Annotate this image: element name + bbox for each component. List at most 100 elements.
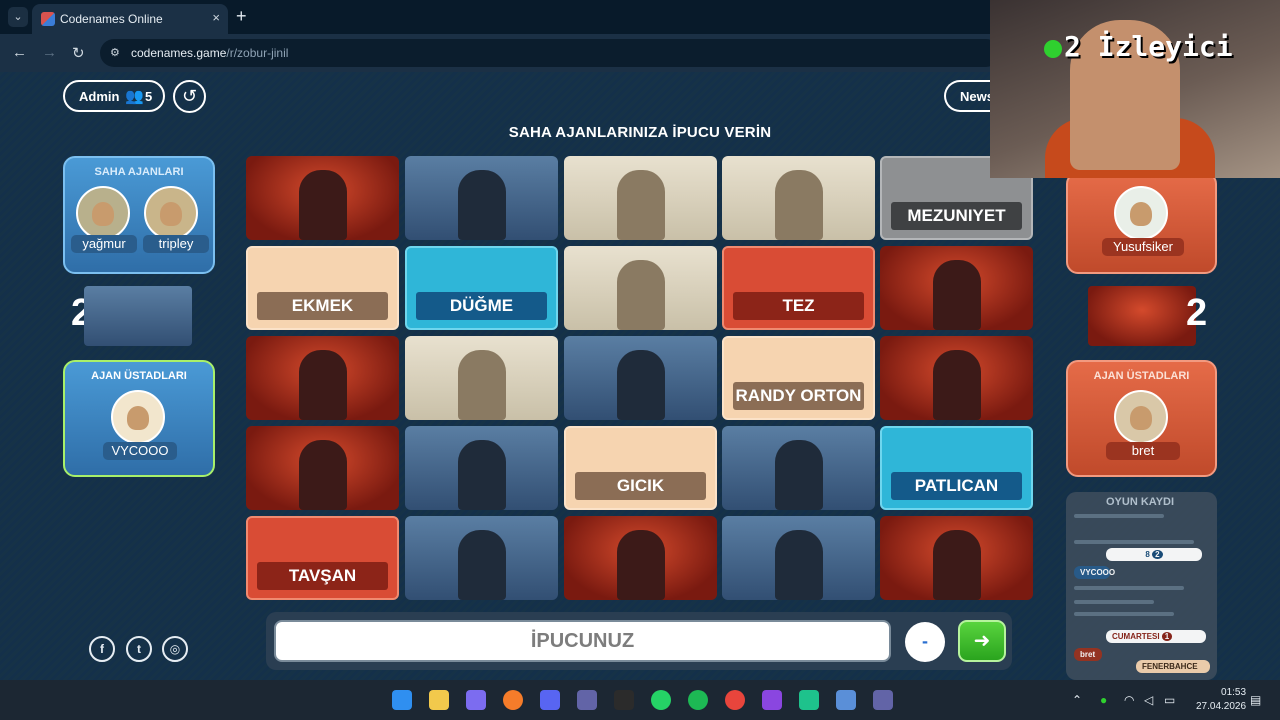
instagram-icon[interactable]: ◎ bbox=[162, 636, 188, 662]
agent-figure-icon bbox=[617, 170, 665, 240]
tray-chevron-icon[interactable]: ⌃ bbox=[1072, 693, 1082, 707]
log-line bbox=[1074, 612, 1174, 616]
card[interactable] bbox=[880, 336, 1033, 420]
card[interactable]: TAVŞAN bbox=[246, 516, 399, 600]
discord-icon[interactable] bbox=[540, 690, 560, 710]
firefox-icon[interactable] bbox=[503, 690, 523, 710]
agent-figure-icon bbox=[933, 350, 981, 420]
log-clue-chip: CUMARTESI 1 bbox=[1106, 630, 1206, 643]
card[interactable] bbox=[246, 336, 399, 420]
teams-icon[interactable] bbox=[577, 690, 597, 710]
teams-icon[interactable] bbox=[873, 690, 893, 710]
card[interactable] bbox=[405, 426, 558, 510]
start-icon[interactable] bbox=[392, 690, 412, 710]
app-icon[interactable] bbox=[799, 690, 819, 710]
reset-icon: ↺ bbox=[181, 86, 198, 106]
reload-icon[interactable]: ↻ bbox=[72, 44, 85, 62]
card[interactable] bbox=[564, 156, 717, 240]
red-score: 2 bbox=[1186, 292, 1208, 334]
avatar bbox=[111, 390, 165, 444]
spotify-icon[interactable] bbox=[688, 690, 708, 710]
red-spymasters-panel: AJAN ÜSTADLARI bret bbox=[1066, 360, 1217, 477]
operative-name[interactable]: Yusufsiker bbox=[1102, 238, 1184, 256]
facebook-icon[interactable]: f bbox=[89, 636, 115, 662]
red-spymasters-title: AJAN ÜSTADLARI bbox=[1093, 370, 1190, 382]
visual-studio-icon[interactable] bbox=[762, 690, 782, 710]
tab-close-icon[interactable]: × bbox=[212, 10, 220, 25]
twitter-icon[interactable]: t bbox=[126, 636, 152, 662]
blue-operatives-panel: SAHA AJANLARI yağmur tripley bbox=[63, 156, 215, 274]
card[interactable]: PATLICAN bbox=[880, 426, 1033, 510]
agent-figure-icon bbox=[458, 350, 506, 420]
url-field[interactable]: ⚙ codenames.game/r/zobur-jinil bbox=[100, 39, 1000, 67]
card[interactable] bbox=[405, 516, 558, 600]
blue-agent-card-icon bbox=[84, 286, 192, 346]
microphone-icon[interactable]: ● bbox=[1100, 693, 1107, 707]
tab-title: Codenames Online bbox=[60, 12, 163, 26]
spymaster-name[interactable]: VYCOOO bbox=[103, 442, 177, 460]
volume-icon[interactable]: ◁ bbox=[1144, 693, 1153, 707]
card-word: MEZUNIYET bbox=[891, 202, 1022, 230]
tab-search-chevron-icon[interactable]: ⌄ bbox=[8, 7, 28, 27]
site-info-icon[interactable]: ⚙ bbox=[110, 46, 120, 59]
clock[interactable]: 01:53 27.04.2026 bbox=[1196, 686, 1246, 714]
reset-game-button[interactable]: ↺ bbox=[173, 80, 206, 113]
card[interactable] bbox=[722, 426, 875, 510]
card[interactable]: GICIK bbox=[564, 426, 717, 510]
agent-figure-icon bbox=[458, 170, 506, 240]
avatar bbox=[144, 186, 198, 240]
back-arrow-icon[interactable]: ← bbox=[12, 44, 27, 61]
agent-figure-icon bbox=[775, 530, 823, 600]
agent-figure-icon bbox=[299, 350, 347, 420]
card[interactable] bbox=[405, 336, 558, 420]
card[interactable] bbox=[246, 426, 399, 510]
game-log-title: OYUN KAYDI bbox=[1106, 496, 1175, 508]
copilot-icon[interactable] bbox=[466, 690, 486, 710]
clue-input[interactable]: İPUCUNUZ bbox=[274, 620, 891, 662]
chrome-icon[interactable] bbox=[725, 690, 745, 710]
card[interactable] bbox=[564, 246, 717, 330]
url-text: codenames.game/r/zobur-jinil bbox=[131, 46, 289, 60]
blue-spymasters-title: AJAN ÜSTADLARI bbox=[91, 370, 187, 382]
card[interactable] bbox=[564, 336, 717, 420]
notification-icon[interactable]: ▤ bbox=[1250, 693, 1261, 707]
player-count: 5 bbox=[145, 89, 153, 104]
wifi-icon[interactable]: ◠ bbox=[1124, 693, 1134, 707]
card[interactable]: EKMEK bbox=[246, 246, 399, 330]
card[interactable]: DÜĞME bbox=[405, 246, 558, 330]
log-line bbox=[1074, 586, 1184, 590]
forward-arrow-icon[interactable]: → bbox=[42, 44, 57, 61]
file-explorer-icon[interactable] bbox=[429, 690, 449, 710]
spymaster-name[interactable]: bret bbox=[1106, 442, 1180, 460]
operative-name[interactable]: yağmur bbox=[71, 235, 137, 253]
card[interactable] bbox=[564, 516, 717, 600]
card[interactable] bbox=[246, 156, 399, 240]
clue-count-select[interactable]: - bbox=[905, 622, 945, 662]
card[interactable]: RANDY ORTON bbox=[722, 336, 875, 420]
codenames-favicon-icon bbox=[41, 12, 55, 26]
card[interactable] bbox=[880, 246, 1033, 330]
admin-button[interactable]: Admin 👥 5 bbox=[63, 80, 165, 112]
admin-label: Admin bbox=[79, 89, 120, 104]
red-operatives-panel: Yusufsiker bbox=[1066, 172, 1217, 274]
blue-spymasters-panel: AJAN ÜSTADLARI VYCOOO bbox=[63, 360, 215, 477]
avatar bbox=[1114, 186, 1168, 240]
epic-games-icon[interactable] bbox=[614, 690, 634, 710]
game-log[interactable]: OYUN KAYDI 8 2 VYCOOO CUMARTESI 1 bret F… bbox=[1066, 492, 1217, 680]
card[interactable] bbox=[405, 156, 558, 240]
viewer-count: 2 İzleyici bbox=[1064, 30, 1233, 63]
new-tab-icon[interactable]: + bbox=[236, 6, 247, 27]
operative-name[interactable]: tripley bbox=[143, 235, 209, 253]
whatsapp-icon[interactable] bbox=[651, 690, 671, 710]
card[interactable] bbox=[722, 516, 875, 600]
give-clue-button[interactable]: ➜ bbox=[958, 620, 1006, 662]
browser-tab[interactable]: Codenames Online × bbox=[32, 4, 228, 34]
battery-icon[interactable]: ▭ bbox=[1164, 693, 1175, 707]
agent-figure-icon bbox=[299, 440, 347, 510]
card[interactable] bbox=[722, 156, 875, 240]
log-speaker: bret bbox=[1074, 648, 1102, 661]
card-word: RANDY ORTON bbox=[733, 382, 864, 410]
snipping-icon[interactable] bbox=[836, 690, 856, 710]
card[interactable] bbox=[880, 516, 1033, 600]
card[interactable]: TEZ bbox=[722, 246, 875, 330]
